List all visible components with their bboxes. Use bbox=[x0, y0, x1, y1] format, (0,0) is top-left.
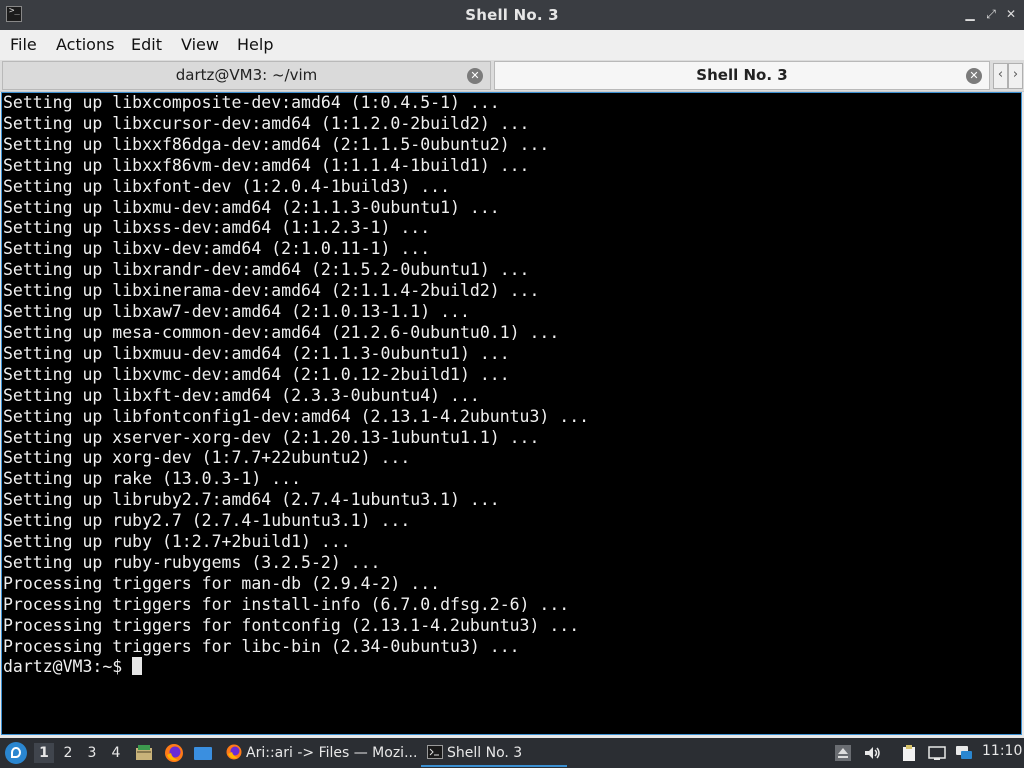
clipboard-icon[interactable] bbox=[900, 744, 918, 762]
terminal-line: Setting up libxmuu-dev:amd64 (2:1.1.3-0u… bbox=[3, 343, 510, 363]
tab-scroll-right-icon[interactable]: › bbox=[1008, 63, 1023, 89]
menu-bar: File Actions Edit View Help bbox=[0, 30, 1024, 60]
task-firefox[interactable]: Ari::ari -> Files — Mozi... bbox=[226, 741, 416, 765]
volume-icon[interactable] bbox=[863, 744, 881, 762]
workspace-1[interactable]: 1 bbox=[34, 743, 54, 763]
terminal-line: Processing triggers for fontconfig (2.13… bbox=[3, 615, 580, 635]
eject-icon[interactable] bbox=[834, 744, 852, 762]
terminal-line: Processing triggers for man-db (2.9.4-2)… bbox=[3, 573, 441, 593]
desktop-icon[interactable] bbox=[193, 743, 213, 763]
close-tab-icon[interactable]: ✕ bbox=[966, 68, 982, 84]
terminal-line: Processing triggers for libc-bin (2.34-0… bbox=[3, 636, 520, 656]
terminal-line: Setting up ruby (1:2.7+2build1) ... bbox=[3, 532, 351, 552]
terminal-output[interactable]: Setting up libxcomposite-dev:amd64 (1:0.… bbox=[1, 92, 1022, 735]
firefox-icon bbox=[226, 744, 242, 760]
workspace-3[interactable]: 3 bbox=[82, 743, 102, 763]
terminal-line: Setting up libxft-dev:amd64 (2.3.3-0ubun… bbox=[3, 385, 480, 405]
tab-vim[interactable]: dartz@VM3: ~/vim ✕ bbox=[2, 61, 491, 90]
tab-scroll-left-icon[interactable]: ‹ bbox=[993, 63, 1008, 89]
menu-actions[interactable]: Actions bbox=[56, 35, 114, 54]
clock[interactable]: 11:10 bbox=[982, 743, 1022, 759]
tab-label: Shell No. 3 bbox=[696, 66, 788, 84]
terminal-icon bbox=[427, 745, 443, 759]
terminal-line: Setting up libxinerama-dev:amd64 (2:1.1.… bbox=[3, 281, 540, 301]
terminal-line: Processing triggers for install-info (6.… bbox=[3, 594, 570, 614]
tab-label: dartz@VM3: ~/vim bbox=[175, 66, 318, 84]
start-menu-icon[interactable] bbox=[5, 742, 27, 764]
taskbar: 1 2 3 4 Ari::ari -> Files — Mozi... Shel… bbox=[0, 738, 1024, 768]
terminal-line: Setting up libfontconfig1-dev:amd64 (2.1… bbox=[3, 406, 590, 426]
terminal-line: Setting up libxvmc-dev:amd64 (2:1.0.12-2… bbox=[3, 364, 510, 384]
workspace-2[interactable]: 2 bbox=[58, 743, 78, 763]
terminal-line: Setting up libxrandr-dev:amd64 (2:1.5.2-… bbox=[3, 260, 530, 280]
task-label: Shell No. 3 bbox=[447, 745, 523, 761]
terminal-line: Setting up libxss-dev:amd64 (1:1.2.3-1) … bbox=[3, 218, 431, 238]
terminal-line: Setting up libxcursor-dev:amd64 (1:1.2.0… bbox=[3, 113, 530, 133]
terminal-line: Setting up ruby2.7 (2.7.4-1ubuntu3.1) ..… bbox=[3, 511, 411, 531]
terminal-line: Setting up libxaw7-dev:amd64 (2:1.0.13-1… bbox=[3, 302, 470, 322]
firefox-icon[interactable] bbox=[164, 743, 184, 763]
terminal-line: Setting up libxxf86dga-dev:amd64 (2:1.1.… bbox=[3, 134, 550, 154]
menu-file[interactable]: File bbox=[10, 35, 37, 54]
terminal-window: >_ Shell No. 3 ▁ ⤢ ✕ File Actions Edit V… bbox=[0, 0, 1024, 738]
terminal-line: Setting up libxxf86vm-dev:amd64 (1:1.1.4… bbox=[3, 155, 530, 175]
tab-shell-no-3[interactable]: Shell No. 3 ✕ bbox=[494, 61, 990, 90]
workspace-4[interactable]: 4 bbox=[106, 743, 126, 763]
terminal-line: Setting up rake (13.0.3-1) ... bbox=[3, 469, 302, 489]
window-title: Shell No. 3 bbox=[465, 6, 559, 24]
terminal-line: Setting up libxmu-dev:amd64 (2:1.1.3-0ub… bbox=[3, 197, 500, 217]
terminal-text: Setting up libxcomposite-dev:amd64 (1:0.… bbox=[2, 93, 1021, 678]
terminal-line: Setting up xserver-xorg-dev (2:1.20.13-1… bbox=[3, 427, 540, 447]
terminal-line: Setting up ruby-rubygems (3.2.5-2) ... bbox=[3, 552, 381, 572]
minimize-icon[interactable]: ▁ bbox=[962, 6, 978, 22]
chat-icon[interactable] bbox=[955, 744, 973, 762]
text-cursor bbox=[132, 657, 143, 676]
file-manager-icon[interactable] bbox=[134, 743, 154, 763]
terminal-line: Setting up libruby2.7:amd64 (2.7.4-1ubun… bbox=[3, 490, 500, 510]
menu-view[interactable]: View bbox=[181, 35, 219, 54]
close-tab-icon[interactable]: ✕ bbox=[467, 68, 483, 84]
task-shell-no-3[interactable]: Shell No. 3 bbox=[421, 741, 567, 767]
menu-help[interactable]: Help bbox=[237, 35, 273, 54]
terminal-line: Setting up libxv-dev:amd64 (2:1.0.11-1) … bbox=[3, 239, 431, 259]
terminal-line: Setting up mesa-common-dev:amd64 (21.2.6… bbox=[3, 322, 560, 342]
close-icon[interactable]: ✕ bbox=[1003, 6, 1019, 22]
terminal-line: Setting up libxcomposite-dev:amd64 (1:0.… bbox=[3, 93, 500, 112]
network-icon[interactable] bbox=[928, 744, 946, 762]
title-bar[interactable]: >_ Shell No. 3 ▁ ⤢ ✕ bbox=[0, 0, 1024, 30]
menu-edit[interactable]: Edit bbox=[131, 35, 162, 54]
shell-prompt: dartz@VM3:~$ bbox=[3, 657, 133, 677]
terminal-line: Setting up libxfont-dev (1:2.0.4-1build3… bbox=[3, 176, 451, 196]
task-label: Ari::ari -> Files — Mozi... bbox=[246, 745, 416, 761]
maximize-icon[interactable]: ⤢ bbox=[983, 6, 999, 22]
tab-bar: dartz@VM3: ~/vim ✕ Shell No. 3 ✕ bbox=[0, 60, 1024, 92]
terminal-line: Setting up xorg-dev (1:7.7+22ubuntu2) ..… bbox=[3, 448, 411, 468]
